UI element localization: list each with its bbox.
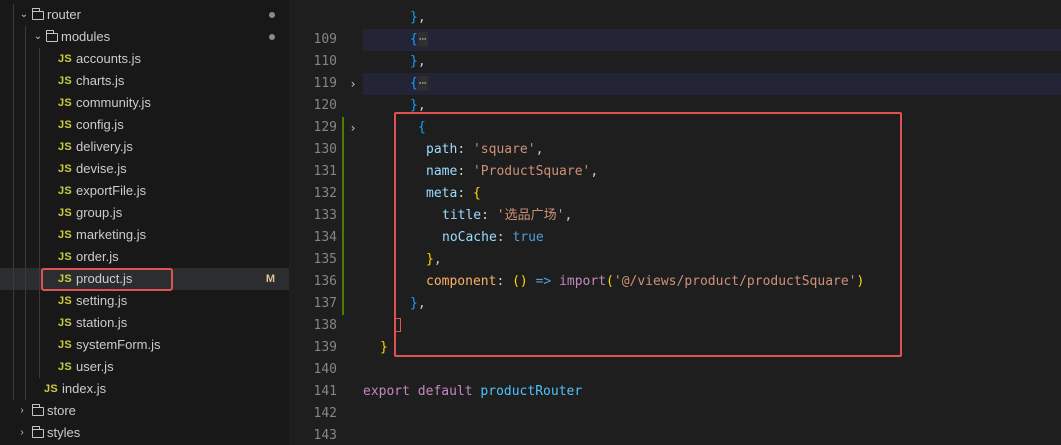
file-setting-js[interactable]: JS setting.js [0, 290, 289, 312]
chevron-right-icon: › [20, 405, 24, 416]
folder-label: router [47, 7, 81, 22]
file-user-js[interactable]: JS user.js [0, 356, 289, 378]
file-label: devise.js [76, 161, 127, 176]
folder-icon [31, 404, 44, 416]
js-file-icon: JS [58, 163, 73, 175]
file-label: config.js [76, 117, 124, 132]
folder-styles[interactable]: › styles [0, 422, 289, 444]
fold-ellipsis[interactable]: ⋯ [417, 32, 428, 47]
file-label: delivery.js [76, 139, 133, 154]
line-number: 143 [313, 428, 337, 443]
file-group-js[interactable]: JS group.js [0, 202, 289, 224]
token: , [417, 10, 426, 25]
git-added-marker [342, 227, 344, 249]
file-devise-js[interactable]: JS devise.js [0, 158, 289, 180]
token-keyword: default [417, 384, 473, 399]
folder-modules[interactable]: ⌄ modules [0, 26, 289, 48]
file-label: group.js [76, 205, 123, 220]
token: } [410, 98, 418, 113]
product-file-highlight-box [41, 268, 173, 291]
file-delivery-js[interactable]: JS delivery.js [0, 136, 289, 158]
folder-store[interactable]: › store [0, 400, 289, 422]
token: { [410, 76, 418, 91]
git-added-marker [342, 293, 344, 315]
folder-label: store [47, 403, 76, 418]
code-line-folded: 110 › {⋯ [289, 29, 1061, 91]
js-file-icon: JS [58, 75, 73, 87]
js-file-icon: JS [58, 207, 73, 219]
token: } [410, 10, 418, 25]
token: , [417, 54, 426, 69]
folder-icon [31, 426, 44, 438]
token-identifier: productRouter [480, 384, 583, 399]
code-line: 119 }, [289, 51, 1061, 91]
file-label: order.js [76, 249, 119, 264]
git-added-marker [342, 183, 344, 205]
folder-router[interactable]: ⌄ router [0, 4, 289, 26]
file-label: charts.js [76, 73, 125, 88]
file-label: index.js [62, 381, 107, 396]
folder-label: modules [61, 29, 111, 44]
folder-label: styles [47, 425, 81, 440]
git-added-marker [342, 271, 344, 293]
git-added-marker [342, 249, 344, 271]
chevron-down-icon: ⌄ [19, 9, 29, 20]
file-label: accounts.js [76, 51, 142, 66]
file-accounts-js[interactable]: JS accounts.js [0, 48, 289, 70]
file-label: systemForm.js [76, 337, 161, 352]
file-systemform-js[interactable]: JS systemForm.js [0, 334, 289, 356]
token: } [410, 54, 418, 69]
code-line: 109 }, [289, 7, 1061, 47]
file-marketing-js[interactable]: JS marketing.js [0, 224, 289, 246]
file-explorer: ⌄ router ⌄ modules JS accounts.js JS charts… [0, 0, 289, 445]
code-line: 143 [289, 403, 1061, 443]
js-file-icon: JS [58, 229, 73, 241]
js-file-icon: JS [58, 361, 73, 373]
js-file-icon: JS [58, 141, 73, 153]
git-added-marker [342, 161, 344, 183]
token: , [417, 98, 426, 113]
git-added-marker [342, 117, 344, 139]
file-order-js[interactable]: JS order.js [0, 246, 289, 268]
git-added-marker [342, 139, 344, 161]
folder-open-icon [45, 30, 58, 42]
folder-open-icon [31, 8, 44, 20]
token: { [410, 32, 418, 47]
chevron-right-icon: › [20, 427, 24, 438]
file-index-js[interactable]: JS index.js [0, 378, 289, 400]
modified-dot-icon [269, 12, 275, 18]
file-label: marketing.js [76, 227, 147, 242]
code-line: 141 [289, 359, 1061, 399]
file-label: exportFile.js [76, 183, 147, 198]
file-charts-js[interactable]: JS charts.js [0, 70, 289, 92]
js-file-icon: JS [58, 185, 73, 197]
code-line-folded: 120 › {⋯ [289, 73, 1061, 135]
js-file-icon: JS [58, 339, 73, 351]
js-file-icon: JS [58, 97, 73, 109]
token-keyword: export [363, 384, 410, 399]
js-file-icon: JS [58, 317, 73, 329]
file-config-js[interactable]: JS config.js [0, 114, 289, 136]
code-editor[interactable]: 109 }, 110 › {⋯ 119 }, 120 › {⋯ 129 }, 1… [289, 0, 1061, 445]
js-file-icon: JS [44, 383, 59, 395]
fold-ellipsis[interactable]: ⋯ [417, 76, 428, 91]
code-highlight-box [394, 112, 902, 357]
modified-badge: M [265, 273, 275, 285]
file-label: station.js [76, 315, 128, 330]
js-file-icon: JS [58, 53, 73, 65]
file-label: community.js [76, 95, 151, 110]
file-community-js[interactable]: JS community.js [0, 92, 289, 114]
file-label: user.js [76, 359, 114, 374]
modified-dot-icon [269, 34, 275, 40]
js-file-icon: JS [58, 251, 73, 263]
js-file-icon: JS [58, 295, 73, 307]
git-added-marker [342, 205, 344, 227]
file-station-js[interactable]: JS station.js [0, 312, 289, 334]
token: } [380, 340, 388, 355]
js-file-icon: JS [58, 119, 73, 131]
file-label: setting.js [76, 293, 128, 308]
code-line: 142 export default productRouter [289, 381, 1061, 421]
file-exportfile-js[interactable]: JS exportFile.js [0, 180, 289, 202]
chevron-down-icon: ⌄ [33, 31, 43, 42]
